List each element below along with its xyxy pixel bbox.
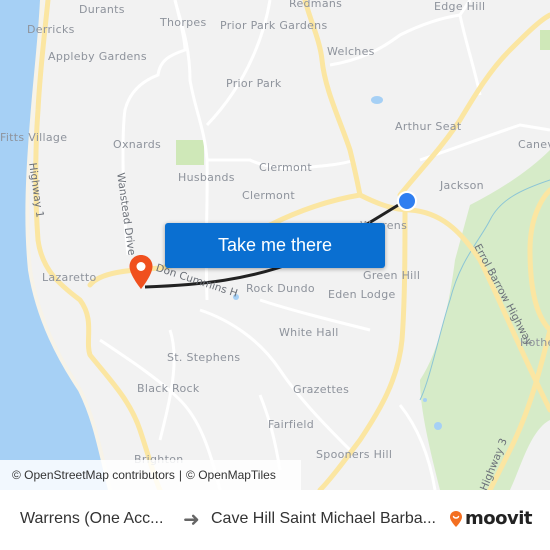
origin-name: Warrens (One Acc... xyxy=(20,510,164,527)
place-label: Prior Park Gardens xyxy=(220,19,328,32)
place-label: Derricks xyxy=(27,23,75,36)
sea xyxy=(0,0,110,490)
place-label: Clermont xyxy=(259,161,312,174)
place-label: Oxnards xyxy=(113,138,162,151)
place-label: Redmans xyxy=(289,0,343,10)
map-view[interactable]: Durants Thorpes Prior Park Gardens Redma… xyxy=(0,0,550,490)
map-pin-icon[interactable] xyxy=(128,254,154,295)
place-label: Canev xyxy=(518,138,550,151)
place-label: Eden Lodge xyxy=(328,288,396,301)
map-attribution: © OpenStreetMap contributors | © OpenMap… xyxy=(0,460,301,490)
omt-attribution-link[interactable]: © OpenMapTiles xyxy=(186,468,276,482)
attribution-separator: | xyxy=(178,468,183,482)
park-husbands xyxy=(176,140,204,165)
park-area xyxy=(420,150,550,490)
moovit-wordmark: moovit xyxy=(465,508,533,529)
place-label: Clermont xyxy=(242,189,295,202)
arrow-right-icon: ➜ xyxy=(183,509,200,531)
moovit-logo[interactable]: moovit xyxy=(449,508,533,529)
take-me-there-button[interactable]: Take me there xyxy=(165,223,385,268)
place-label: Welches xyxy=(327,45,375,58)
place-label: Appleby Gardens xyxy=(48,50,147,63)
place-label: Durants xyxy=(79,3,125,16)
place-label: Green Hill xyxy=(363,269,421,282)
park-small xyxy=(540,30,550,50)
place-label: Arthur Seat xyxy=(395,120,462,133)
route-footer: Warrens (One Acc... ➜ Cave Hill Saint Mi… xyxy=(0,490,550,550)
place-label: Rock Dundo xyxy=(246,282,315,295)
place-label: Jackson xyxy=(440,179,484,192)
place-label: Prior Park xyxy=(226,77,282,90)
destination-name: Cave Hill Saint Michael Barba... xyxy=(211,510,436,527)
moovit-pin-icon xyxy=(450,510,462,527)
place-label: Edge Hill xyxy=(434,0,486,13)
origin-dot-icon[interactable] xyxy=(397,191,417,211)
place-label: Fitts Village xyxy=(0,131,68,144)
osm-attribution-link[interactable]: © OpenStreetMap contributors xyxy=(12,468,175,482)
place-label: Black Rock xyxy=(137,382,200,395)
place-label: St. Stephens xyxy=(167,351,241,364)
place-label: Grazettes xyxy=(293,383,350,396)
road-north-east xyxy=(397,12,550,198)
place-label: Thorpes xyxy=(160,16,207,29)
place-label: White Hall xyxy=(279,326,339,339)
place-label: Husbands xyxy=(178,171,235,184)
place-label: Lazaretto xyxy=(42,271,97,284)
place-label: Spooners Hill xyxy=(316,448,393,461)
place-label: Fairfield xyxy=(268,418,315,431)
